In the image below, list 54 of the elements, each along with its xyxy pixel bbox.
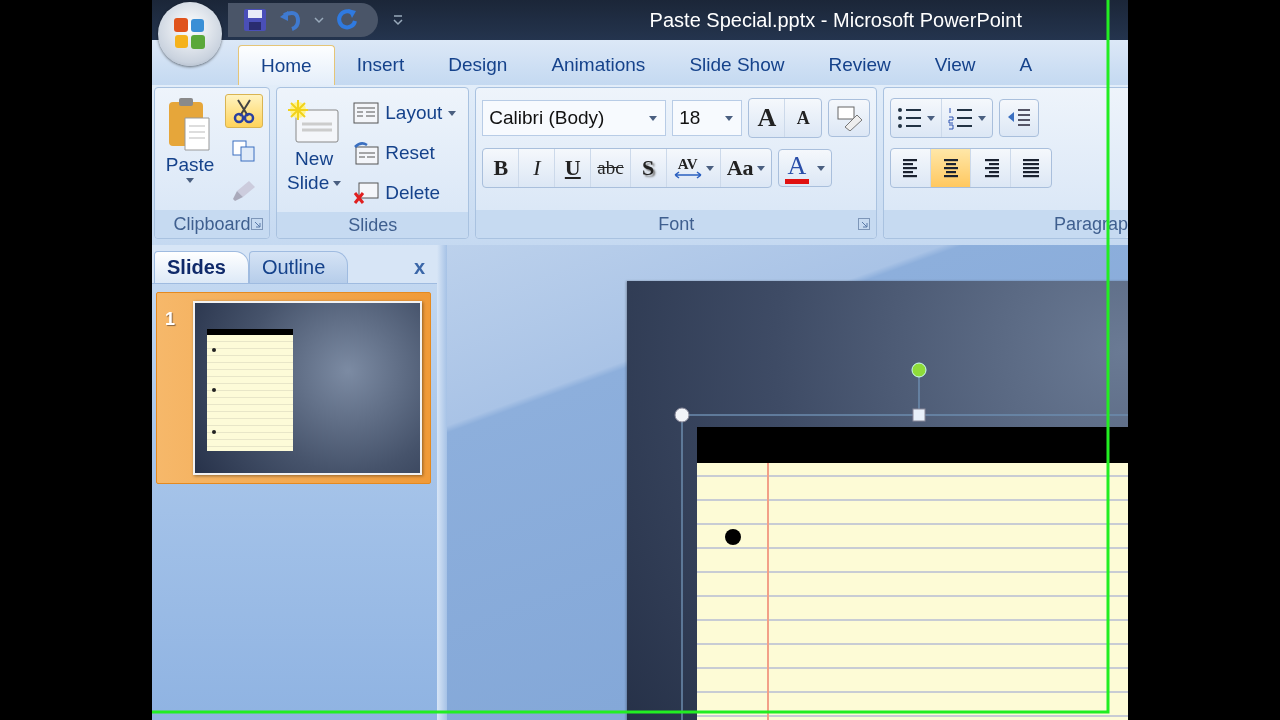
window-title: Paste Special.pptx - Microsoft PowerPoint [649,8,1022,32]
dialog-launcher-icon[interactable] [858,218,871,230]
format-button[interactable]: B [483,149,520,187]
close-button[interactable]: x [413,256,425,279]
customize-icon[interactable] [392,14,404,26]
group-label: Clipboard [173,213,251,235]
decrease-indent-button[interactable] [999,99,1040,137]
pane-tab[interactable]: Slides [154,251,249,283]
grow-font-button[interactable]: A [749,99,786,137]
brush-icon [231,179,257,203]
ribbon-tab[interactable]: Insert [334,45,427,85]
ribbon-tab[interactable]: A [997,45,1055,85]
format-button[interactable]: S [630,149,667,187]
ribbon-tab[interactable]: Design [426,45,530,85]
delete-slide-icon [353,181,380,205]
font-size-field[interactable]: 18 [672,100,743,136]
scissors-icon [232,98,256,124]
numbering-icon [948,106,975,130]
dialog-launcher-icon[interactable] [251,218,263,230]
ribbon-tab[interactable]: View [912,45,998,85]
shrink-font-button[interactable]: A [785,99,822,137]
copy-icon [231,139,257,163]
font-color-button[interactable]: A [777,149,833,187]
align-button[interactable] [931,149,972,187]
slide-command-button[interactable]: Reset [351,134,463,172]
format-button[interactable]: AV [666,149,721,187]
reset-icon [353,141,380,165]
office-button[interactable] [158,2,222,66]
font-name-field[interactable]: Calibri (Body) [482,100,667,136]
cut-button[interactable] [225,94,263,128]
format-button[interactable]: U [555,149,592,187]
slide-command-button[interactable]: Delete [351,174,463,212]
ribbon-tab[interactable]: Home [238,45,335,85]
slide-command-button[interactable]: Layout [351,94,463,132]
format-button[interactable]: Aa [720,149,771,187]
bullets-icon [897,106,924,130]
notepad-drawing[interactable] [697,427,1128,720]
pane-tab[interactable]: Outline [248,251,349,283]
eraser-icon [835,105,864,131]
double-arrow-icon [672,171,703,179]
save-icon[interactable] [242,7,268,33]
new-slide-button[interactable]: New Slide [283,94,346,212]
ribbon-tab[interactable]: Animations [529,45,668,85]
group-label: Slides [348,214,398,236]
slide-number: 1 [164,308,176,331]
caret-icon[interactable] [314,16,324,24]
ribbon-tab[interactable]: Slide Show [667,45,807,85]
format-button[interactable]: abc [591,149,631,187]
ribbon-tab[interactable]: Review [806,45,913,85]
format-button[interactable]: I [519,149,556,187]
group-label: Font [658,213,695,235]
paste-button[interactable]: Paste [161,94,219,210]
new-slide-icon [288,100,341,146]
layout-icon [353,102,380,124]
